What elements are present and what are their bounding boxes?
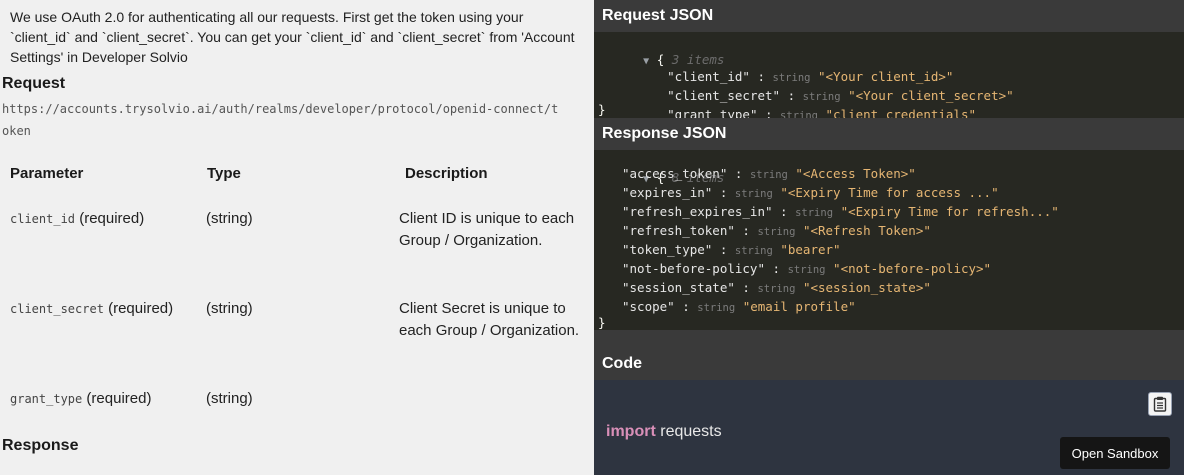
param-required: (required) — [79, 210, 145, 227]
code-pane: Request JSON ▼ { 3 items "client_id" : s… — [594, 0, 1184, 475]
col-header-description: Description — [405, 165, 488, 182]
section-divider — [594, 330, 1184, 348]
param-description: Client ID is unique to each Group / Orga… — [399, 210, 575, 249]
param-description: Client Secret is unique to each Group / … — [399, 300, 580, 339]
json-field: "not-before-policy" : string "<not-befor… — [622, 261, 992, 276]
param-name: client_id — [10, 212, 76, 226]
json-field: "expires_in" : string "<Expiry Time for … — [622, 185, 999, 200]
request-heading: Request — [2, 75, 66, 92]
code-line: import requests — [606, 423, 722, 441]
docs-pane: We use OAuth 2.0 for authenticating all … — [0, 0, 594, 475]
param-required: (required) — [108, 300, 174, 317]
json-field: "grant_type" : string "client_credential… — [667, 107, 977, 122]
json-field: "client_secret" : string "<Your client_s… — [667, 88, 1014, 103]
param-type: (string) — [206, 300, 253, 317]
request-json-viewer: ▼ { 3 items "client_id" : string "<Your … — [594, 32, 1184, 122]
col-header-type: Type — [207, 165, 241, 182]
code-keyword: import — [606, 423, 656, 440]
table-row: grant_type (required) — [10, 388, 151, 410]
json-field: "access_token" : string "<Access Token>" — [622, 166, 916, 181]
json-field: "session_state" : string "<session_state… — [622, 280, 931, 295]
param-type: (string) — [206, 390, 253, 407]
response-json-viewer: ▼ { 8 items "access_token" : string "<Ac… — [594, 150, 1184, 330]
json-field: "refresh_token" : string "<Refresh Token… — [622, 223, 931, 238]
open-sandbox-button[interactable]: Open Sandbox — [1060, 437, 1170, 469]
request-json-title: Request JSON — [594, 0, 1184, 32]
json-field: "scope" : string "email profile" — [622, 299, 856, 314]
table-row: client_secret (required) — [10, 298, 173, 320]
table-row: client_id (required) — [10, 208, 144, 230]
col-header-parameter: Parameter — [10, 165, 84, 182]
endpoint-url: https://accounts.trysolvio.ai/auth/realm… — [2, 102, 559, 138]
param-type: (string) — [206, 210, 253, 227]
response-json-title: Response JSON — [594, 118, 1184, 150]
code-module: requests — [660, 423, 722, 440]
param-name: grant_type — [10, 392, 83, 406]
json-close-brace: } — [598, 102, 606, 117]
param-required: (required) — [86, 390, 152, 407]
json-field: "token_type" : string "bearer" — [622, 242, 841, 257]
intro-text: We use OAuth 2.0 for authenticating all … — [10, 9, 575, 65]
json-field: "refresh_expires_in" : string "<Expiry T… — [622, 204, 1059, 219]
param-name: client_secret — [10, 302, 104, 316]
response-heading: Response — [2, 437, 79, 454]
json-field: "client_id" : string "<Your client_id>" — [667, 69, 954, 84]
clipboard-icon — [1153, 396, 1167, 412]
code-title: Code — [594, 348, 1184, 380]
copy-code-button[interactable] — [1148, 392, 1172, 416]
code-editor[interactable]: import requests Open Sandbox — [594, 380, 1184, 475]
